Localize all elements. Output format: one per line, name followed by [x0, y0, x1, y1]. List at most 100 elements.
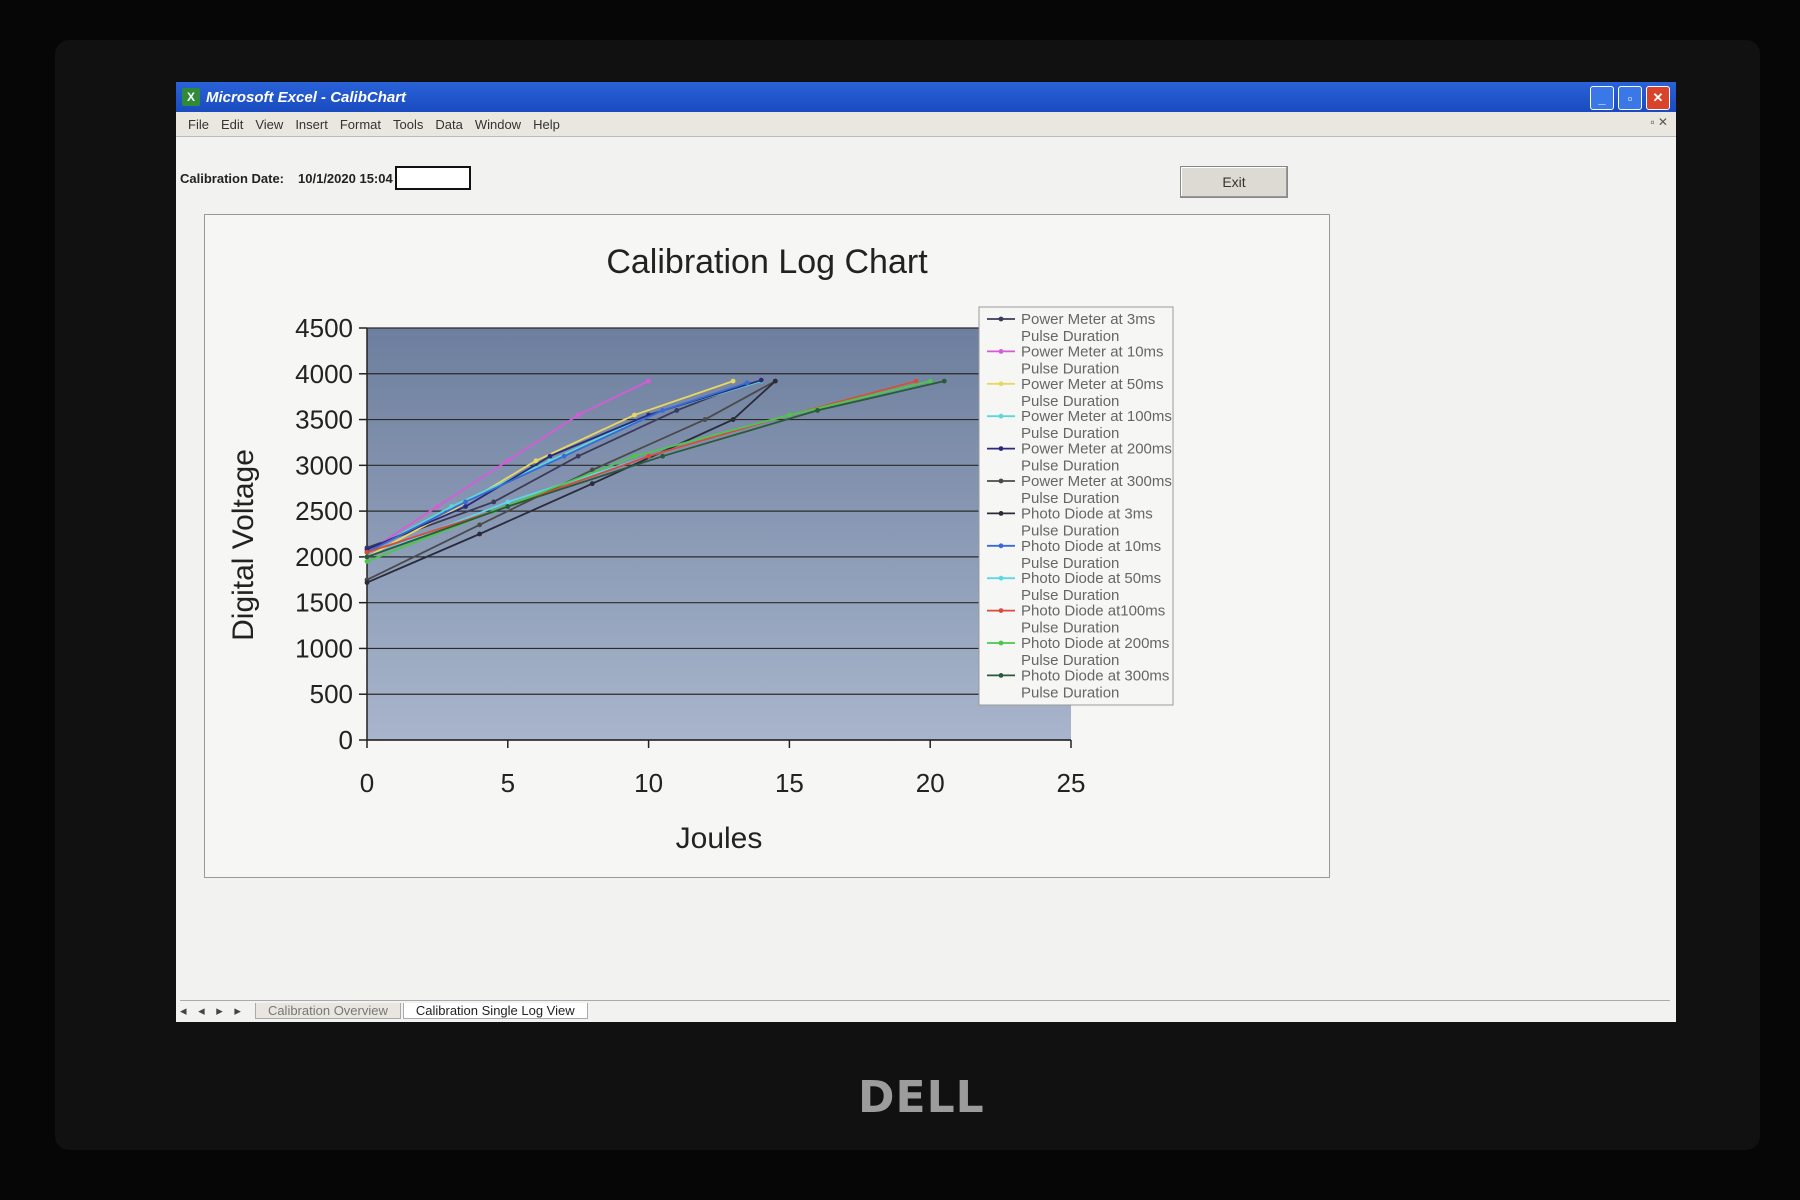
exit-button[interactable]: Exit — [1180, 166, 1288, 198]
y-tick-label: 1500 — [295, 588, 353, 618]
data-point — [758, 377, 764, 383]
data-point — [435, 504, 440, 509]
legend-marker — [998, 543, 1004, 549]
data-point — [702, 417, 708, 422]
data-point — [660, 408, 666, 413]
maximize-button[interactable]: ▫ — [1618, 86, 1642, 110]
y-tick-label: 2000 — [295, 542, 353, 572]
title-bar: X Microsoft Excel - CalibChart _ ▫ ✕ — [176, 82, 1676, 112]
document-window-controls[interactable]: ▫ ✕ — [1650, 115, 1668, 129]
data-point — [364, 580, 370, 585]
sheet-tab-calibration-overview[interactable]: Calibration Overview — [254, 1003, 401, 1019]
legend-marker — [998, 575, 1004, 581]
data-point — [477, 531, 483, 537]
calibration-chart: Calibration Log Chart0500100015002000250… — [227, 243, 1174, 855]
data-point — [463, 504, 468, 509]
data-point — [632, 453, 637, 459]
y-tick-label: 2500 — [295, 496, 353, 526]
window-title: Microsoft Excel - CalibChart — [206, 88, 407, 106]
data-point — [575, 412, 581, 418]
y-tick-label: 3000 — [295, 450, 353, 480]
data-point — [772, 378, 778, 384]
menu-format[interactable]: Format — [340, 117, 381, 132]
data-point — [491, 499, 497, 505]
data-point — [632, 412, 637, 418]
menu-bar: File Edit View Insert Format Tools Data Window H… — [176, 112, 1676, 137]
x-tick-label: 10 — [634, 768, 663, 798]
legend-marker — [998, 608, 1004, 613]
menu-data[interactable]: Data — [435, 117, 462, 132]
sheet-tabs-bar: ◂ ◂ ▸ ▸ Calibration Overview Calibration … — [180, 1000, 1670, 1021]
legend-marker — [998, 381, 1004, 387]
legend-marker — [998, 640, 1004, 646]
data-point — [941, 378, 947, 384]
data-point — [646, 453, 651, 459]
y-tick-label: 500 — [310, 679, 353, 709]
y-tick-label: 0 — [339, 725, 353, 755]
calibration-date-label: Calibration Date: — [180, 170, 285, 186]
sheet-nav-arrows[interactable]: ◂ ◂ ▸ ▸ — [180, 1003, 245, 1019]
y-axis-label: Digital Voltage — [227, 449, 260, 641]
dell-logo: DELL — [858, 1072, 985, 1123]
close-button[interactable]: ✕ — [1646, 86, 1670, 110]
selected-cell[interactable] — [394, 166, 471, 190]
menu-window[interactable]: Window — [475, 117, 521, 132]
excel-icon: X — [182, 88, 200, 106]
y-tick-label: 3500 — [295, 405, 353, 435]
data-point — [364, 559, 370, 564]
data-point — [815, 408, 820, 413]
x-tick-label: 15 — [775, 768, 804, 798]
data-point — [364, 554, 370, 560]
data-point — [364, 549, 370, 555]
x-tick-label: 20 — [916, 768, 945, 798]
legend-marker — [998, 446, 1004, 451]
y-tick-label: 4500 — [295, 313, 353, 343]
y-tick-label: 4000 — [295, 359, 353, 389]
x-axis-label: Joules — [676, 822, 763, 855]
excel-window: X Microsoft Excel - CalibChart _ ▫ ✕ Fil… — [176, 82, 1676, 1022]
x-tick-label: 25 — [1057, 768, 1086, 798]
chart-area[interactable]: Calibration Log Chart 0 500 1000 1500 2000 250… — [204, 214, 1330, 878]
legend-marker — [998, 316, 1004, 322]
data-point — [533, 458, 539, 464]
plot-area — [367, 328, 1071, 740]
data-point — [730, 417, 736, 422]
data-point — [927, 378, 933, 384]
data-point — [589, 481, 595, 487]
legend-marker — [998, 349, 1004, 354]
x-tick-label: 0 — [360, 768, 374, 798]
data-point — [646, 378, 651, 384]
data-point — [505, 458, 511, 464]
data-point — [561, 453, 567, 459]
data-point — [787, 412, 792, 418]
calibration-date: Calibration Date: 10/1/2020 15:04 — [180, 166, 471, 190]
menu-file[interactable]: File — [188, 117, 209, 132]
menu-view[interactable]: View — [255, 117, 283, 132]
data-point — [547, 453, 553, 459]
data-point — [913, 378, 919, 384]
data-point — [463, 499, 468, 505]
data-point — [505, 499, 511, 505]
menu-edit[interactable]: Edit — [221, 117, 243, 132]
data-point — [674, 408, 680, 413]
legend-marker — [998, 413, 1004, 419]
data-point — [575, 453, 581, 459]
sheet-tab-calibration-single-log-view[interactable]: Calibration Single Log View — [402, 1003, 588, 1019]
y-tick-label: 1000 — [295, 633, 353, 663]
calibration-date-value: 10/1/2020 15:04 — [298, 170, 393, 186]
menu-insert[interactable]: Insert — [295, 117, 328, 132]
data-point — [744, 380, 750, 386]
legend-marker — [998, 478, 1004, 484]
data-point — [660, 453, 666, 459]
chart-title: Calibration Log Chart — [606, 243, 928, 281]
legend-marker — [998, 673, 1004, 678]
x-tick-label: 5 — [501, 768, 515, 798]
data-point — [477, 522, 483, 528]
window-controls: _ ▫ ✕ — [1590, 86, 1670, 110]
data-point — [505, 504, 511, 509]
minimize-button[interactable]: _ — [1590, 86, 1614, 110]
menu-tools[interactable]: Tools — [393, 117, 423, 132]
legend-marker — [998, 511, 1004, 516]
menu-help[interactable]: Help — [533, 117, 560, 132]
data-point — [730, 378, 736, 384]
